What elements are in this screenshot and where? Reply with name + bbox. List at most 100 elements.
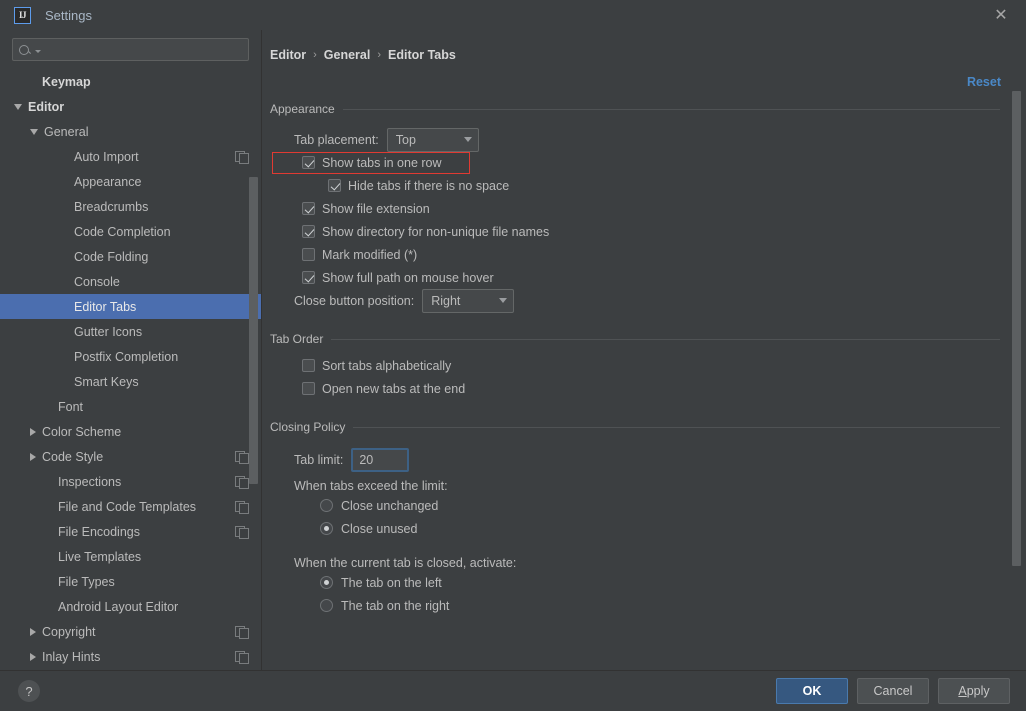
checkbox-checked-icon[interactable] (302, 156, 315, 169)
chevron-right-icon[interactable] (30, 427, 36, 436)
radio-label: The tab on the right (341, 598, 450, 613)
checkbox-show-tabs-in-one-row[interactable]: Show tabs in one row (302, 151, 1000, 174)
search-icon (19, 43, 32, 56)
checkbox-open-new-tabs-at-the-end[interactable]: Open new tabs at the end (302, 377, 1000, 400)
tab-limit-input[interactable] (351, 447, 410, 472)
sidebar-item-keymap[interactable]: Keymap (0, 69, 261, 94)
radio-selected-icon[interactable] (320, 522, 333, 535)
sidebar-item-general[interactable]: General (0, 119, 261, 144)
sidebar-item-inlay-hints[interactable]: Inlay Hints (0, 644, 261, 669)
sidebar-item-label: Gutter Icons (74, 324, 143, 339)
tab-placement-dropdown[interactable]: Top (386, 127, 479, 152)
sidebar-item-file-types[interactable]: File Types (0, 569, 261, 594)
sidebar-item-label: Android Layout Editor (58, 599, 179, 614)
exceed-limit-radio-group: Close unchanged Close unused (270, 494, 1000, 540)
checkbox-show-full-path-on-mouse-hover[interactable]: Show full path on mouse hover (302, 266, 1000, 289)
sidebar-item-label: Color Scheme (42, 424, 122, 439)
checkbox-mark-modified[interactable]: Mark modified (*) (302, 243, 1000, 266)
checkbox-hide-tabs-if-there-is-no-space[interactable]: Hide tabs if there is no space (328, 174, 1000, 197)
copy-settings-icon[interactable] (235, 475, 249, 489)
chevron-down-icon (463, 137, 472, 142)
sidebar-item-editor[interactable]: Editor (0, 94, 261, 119)
checkbox-unchecked-icon[interactable] (302, 248, 315, 261)
breadcrumb-item-general[interactable]: General (324, 48, 371, 62)
sidebar-item-gutter-icons[interactable]: Gutter Icons (0, 319, 261, 344)
radio-unselected-icon[interactable] (320, 499, 333, 512)
radio-close-unused[interactable]: Close unused (320, 517, 1000, 540)
chevron-down-icon[interactable] (30, 128, 38, 135)
checkbox-checked-icon[interactable] (302, 271, 315, 284)
closing-policy-group-header: Closing Policy (270, 420, 1000, 434)
sidebar-item-android-layout-editor[interactable]: Android Layout Editor (0, 594, 261, 619)
content-scrollbar-track[interactable] (1012, 60, 1021, 670)
sidebar-item-copyright[interactable]: Copyright (0, 619, 261, 644)
checkbox-show-directory-for-non-unique-file-names[interactable]: Show directory for non-unique file names (302, 220, 1000, 243)
radio-selected-icon[interactable] (320, 576, 333, 589)
settings-tree[interactable]: Keymap Editor General Auto Import Appearance… (0, 67, 261, 670)
ok-button[interactable]: OK (776, 678, 848, 704)
radio-the-tab-on-the-left[interactable]: The tab on the left (320, 571, 1000, 594)
exceed-limit-label: When tabs exceed the limit: (294, 479, 448, 493)
sidebar-item-label: Auto Import (74, 149, 139, 164)
search-box[interactable] (12, 38, 249, 61)
breadcrumb-item-editor[interactable]: Editor (270, 48, 306, 62)
checkbox-unchecked-icon[interactable] (302, 359, 315, 372)
sidebar-scrollbar-thumb[interactable] (249, 177, 258, 485)
sidebar-item-auto-import[interactable]: Auto Import (0, 144, 261, 169)
copy-settings-icon[interactable] (235, 500, 249, 514)
sidebar-item-code-style[interactable]: Code Style (0, 444, 261, 469)
chevron-down-icon[interactable] (14, 103, 22, 110)
group-divider (342, 108, 1000, 110)
chevron-right-icon[interactable] (30, 452, 36, 461)
copy-settings-icon[interactable] (235, 525, 249, 539)
sidebar-item-smart-keys[interactable]: Smart Keys (0, 369, 261, 394)
close-icon[interactable]: ✕ (986, 4, 1016, 28)
chevron-right-icon[interactable] (30, 652, 36, 661)
sidebar-item-label: Code Completion (74, 224, 171, 239)
sidebar-item-appearance[interactable]: Appearance (0, 169, 261, 194)
checkbox-label: Mark modified (*) (322, 247, 418, 262)
sidebar-item-code-completion[interactable]: Code Completion (0, 219, 261, 244)
copy-settings-icon[interactable] (235, 650, 249, 664)
checkbox-checked-icon[interactable] (302, 225, 315, 238)
sidebar-item-color-scheme[interactable]: Color Scheme (0, 419, 261, 444)
tab-placement-value: Top (395, 132, 416, 147)
cancel-button[interactable]: Cancel (857, 678, 929, 704)
checkbox-checked-icon[interactable] (302, 202, 315, 215)
radio-unselected-icon[interactable] (320, 599, 333, 612)
chevron-right-icon[interactable] (30, 627, 36, 636)
checkbox-sort-tabs-alphabetically[interactable]: Sort tabs alphabetically (302, 354, 1000, 377)
sidebar-item-postfix-completion[interactable]: Postfix Completion (0, 344, 261, 369)
sidebar-item-breadcrumbs[interactable]: Breadcrumbs (0, 194, 261, 219)
sidebar-item-label: Appearance (74, 174, 142, 189)
radio-close-unchanged[interactable]: Close unchanged (320, 494, 1000, 517)
radio-the-tab-on-the-right[interactable]: The tab on the right (320, 594, 1000, 617)
checkbox-label: Show file extension (322, 201, 430, 216)
sidebar-item-label: Font (58, 399, 84, 414)
sidebar-item-code-folding[interactable]: Code Folding (0, 244, 261, 269)
sidebar-item-live-templates[interactable]: Live Templates (0, 544, 261, 569)
window-title: Settings (45, 7, 92, 23)
sidebar-item-editor-tabs[interactable]: Editor Tabs (0, 294, 261, 319)
checkbox-unchecked-icon[interactable] (302, 382, 315, 395)
radio-label: Close unused (341, 521, 418, 536)
sidebar-item-file-encodings[interactable]: File Encodings (0, 519, 261, 544)
content-scrollbar-thumb[interactable] (1012, 90, 1021, 567)
sidebar-item-label: Editor (28, 99, 65, 114)
sidebar-scrollbar-track[interactable] (249, 30, 258, 670)
checkbox-checked-icon[interactable] (328, 179, 341, 192)
copy-settings-icon[interactable] (235, 150, 249, 164)
button-mnemonic: A (958, 684, 967, 698)
checkbox-show-file-extension[interactable]: Show file extension (302, 197, 1000, 220)
apply-button[interactable]: Apply (938, 678, 1010, 704)
sidebar-item-font[interactable]: Font (0, 394, 261, 419)
sidebar-item-console[interactable]: Console (0, 269, 261, 294)
copy-settings-icon[interactable] (235, 450, 249, 464)
search-input[interactable] (41, 42, 242, 57)
sidebar-item-inspections[interactable]: Inspections (0, 469, 261, 494)
help-button[interactable]: ? (18, 680, 40, 702)
copy-settings-icon[interactable] (235, 625, 249, 639)
sidebar-item-file-and-code-templates[interactable]: File and Code Templates (0, 494, 261, 519)
sidebar-item-label: Postfix Completion (74, 349, 179, 364)
close-button-position-dropdown[interactable]: Right (422, 288, 515, 313)
